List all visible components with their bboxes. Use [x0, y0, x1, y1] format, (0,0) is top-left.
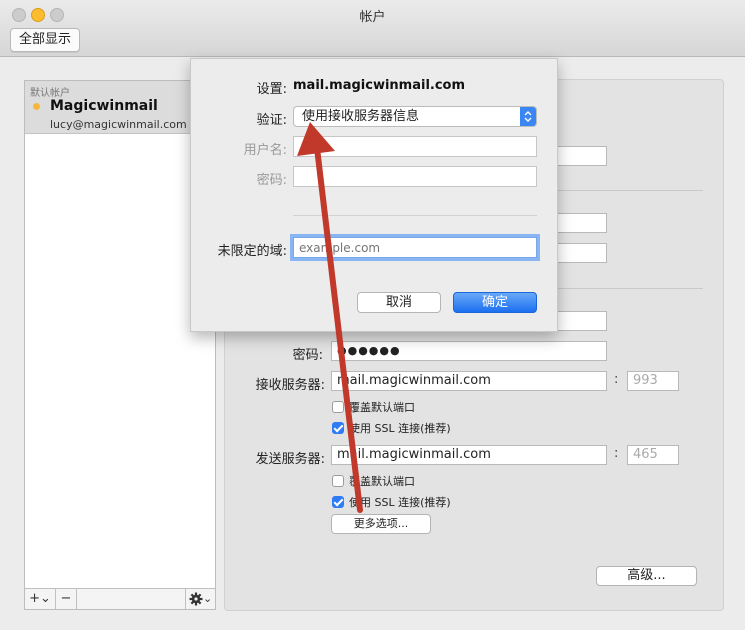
ok-button[interactable]: 确定: [453, 292, 537, 313]
hidden-field-3[interactable]: [555, 243, 607, 263]
cancel-button[interactable]: 取消: [357, 292, 441, 313]
smtp-auth-sheet: 设置: mail.magicwinmail.com 验证: 使用接收服务器信息 …: [190, 58, 558, 332]
incoming-override-port-checkbox[interactable]: [332, 401, 344, 413]
username-label: 用户名:: [243, 143, 287, 158]
outgoing-ssl-label: 使用 SSL 连接(推荐): [349, 496, 451, 509]
select-arrows-icon: [520, 107, 536, 126]
incoming-ssl-checkbox[interactable]: [332, 422, 344, 434]
incoming-port-field[interactable]: 993: [627, 371, 679, 391]
password-field[interactable]: ●●●●●●: [331, 341, 607, 361]
hidden-field-2[interactable]: [555, 213, 607, 233]
hidden-field-1[interactable]: [555, 146, 607, 166]
add-account-button[interactable]: +⌄: [25, 589, 56, 609]
account-email: lucy@magicwinmail.com: [50, 118, 187, 131]
outgoing-server-field[interactable]: mail.magicwinmail.com: [331, 445, 607, 465]
account-list-toolbar: +⌄ − ⌄: [25, 588, 215, 609]
window-title: 帐户: [359, 10, 386, 25]
hidden-field-4[interactable]: [555, 311, 607, 331]
port-separator: :: [614, 446, 619, 461]
outgoing-port-field[interactable]: 465: [627, 445, 679, 465]
auth-label: 验证:: [256, 113, 287, 128]
gear-icon: [189, 589, 203, 616]
title-bar: 帐户 全部显示: [0, 0, 745, 57]
divider: [293, 215, 537, 216]
incoming-server-field[interactable]: mail.magicwinmail.com: [331, 371, 607, 391]
outgoing-ssl-checkbox[interactable]: [332, 496, 344, 508]
incoming-server-label: 接收服务器:: [255, 378, 325, 393]
default-account-label: 默认帐户: [30, 88, 70, 99]
port-separator: :: [614, 372, 619, 387]
password-label: 密码:: [292, 348, 323, 363]
incoming-override-port-label: 覆盖默认端口: [349, 401, 415, 414]
more-options-button[interactable]: 更多选项...: [331, 514, 431, 534]
domain-field[interactable]: [293, 237, 537, 258]
settings-server-name: mail.magicwinmail.com: [293, 78, 466, 93]
username-field[interactable]: [293, 136, 537, 157]
advanced-button[interactable]: 高级...: [596, 566, 697, 586]
remove-account-button[interactable]: −: [56, 589, 77, 609]
domain-label: 未限定的域:: [217, 244, 287, 259]
account-name: Magicwinmail: [50, 98, 158, 114]
account-list-item-selected[interactable]: 默认帐户 Magicwinmail lucy@magicwinmail.com: [25, 81, 215, 134]
outgoing-server-label: 发送服务器:: [255, 452, 325, 467]
settings-label: 设置:: [256, 82, 287, 97]
outgoing-override-port-checkbox[interactable]: [332, 475, 344, 487]
show-all-button[interactable]: 全部显示: [10, 28, 80, 52]
account-status-icon: [33, 103, 40, 110]
auth-method-value: 使用接收服务器信息: [302, 109, 420, 124]
chevron-down-icon: ⌄: [203, 592, 213, 605]
incoming-ssl-label: 使用 SSL 连接(推荐): [349, 422, 451, 435]
outgoing-override-port-label: 覆盖默认端口: [349, 475, 415, 488]
account-list[interactable]: 默认帐户 Magicwinmail lucy@magicwinmail.com …: [24, 80, 216, 610]
sheet-password-field[interactable]: [293, 166, 537, 187]
auth-method-select[interactable]: 使用接收服务器信息: [293, 106, 537, 127]
gear-menu-button[interactable]: ⌄: [185, 589, 216, 609]
sheet-password-label: 密码:: [256, 173, 287, 188]
